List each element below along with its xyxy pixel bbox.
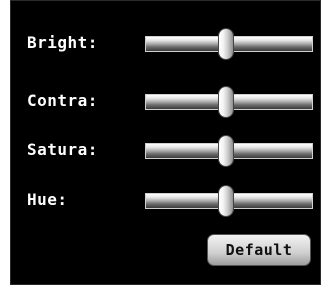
contrast-label: Contra: [27,91,98,110]
contrast-slider[interactable] [145,87,313,117]
saturation-slider-thumb[interactable] [218,136,233,166]
default-button[interactable]: Default [207,234,311,266]
hue-slider-thumb[interactable] [218,186,233,216]
saturation-label: Satura: [27,140,98,159]
brightness-row: Bright: [11,28,321,59]
contrast-row: Contra: [11,86,321,117]
image-adjust-panel: Bright: Contra: Satura: Hue: Default [10,0,321,285]
saturation-row: Satura: [11,135,321,166]
brightness-label: Bright: [27,33,98,52]
brightness-slider[interactable] [145,29,313,59]
brightness-slider-thumb[interactable] [218,29,233,59]
hue-row: Hue: [11,185,321,216]
saturation-slider[interactable] [145,136,313,166]
contrast-slider-thumb[interactable] [218,87,233,117]
hue-label: Hue: [27,190,68,209]
hue-slider[interactable] [145,186,313,216]
